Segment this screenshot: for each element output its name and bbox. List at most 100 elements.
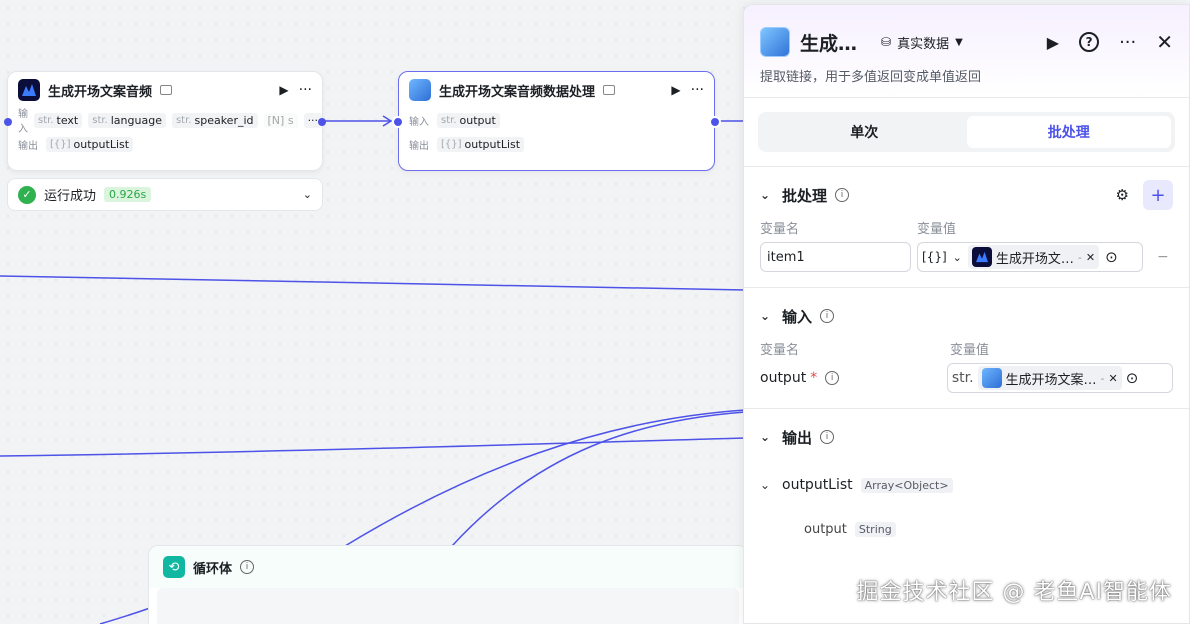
panel-title[interactable]: 生成… xyxy=(800,29,857,56)
info-icon[interactable]: i xyxy=(240,560,255,574)
type-prefix: [{}] xyxy=(922,250,947,264)
panel-description: 提取链接，用于多值返回变成单值返回 xyxy=(760,70,982,85)
edge-line-d xyxy=(451,411,746,547)
edge-arrow xyxy=(382,115,393,127)
chevron-down-icon[interactable]: ⌄ xyxy=(303,188,312,201)
more-icon[interactable]: ··· xyxy=(1119,32,1136,53)
loop-body-area xyxy=(157,588,739,624)
required-mark: * xyxy=(810,370,818,386)
output-tag: [{}] outputList xyxy=(46,136,134,152)
input-tag: str. language xyxy=(88,112,166,128)
output-port[interactable] xyxy=(709,116,721,128)
info-icon[interactable]: i xyxy=(820,430,835,444)
reference-suffix: - xyxy=(1100,371,1105,385)
column-label-value: 变量值 xyxy=(917,221,957,237)
info-icon[interactable]: i xyxy=(835,188,850,202)
run-status-bar[interactable]: ✓ 运行成功 0.926s ⌄ xyxy=(7,178,323,211)
watermark: 掘金技术社区 @ 老鱼AI智能体 xyxy=(856,580,1172,605)
type-badge: Array<Object> xyxy=(860,477,953,493)
more-icon[interactable]: ··· xyxy=(299,82,312,98)
audio-wave-icon xyxy=(18,79,40,101)
reference-suffix: - xyxy=(1077,250,1082,264)
output-tree-item: ⌄ outputList Array<Object> xyxy=(760,471,1173,499)
run-node-icon[interactable]: ▶ xyxy=(671,83,680,97)
input-tag-faded: [N] s xyxy=(263,112,298,128)
run-node-icon[interactable]: ▶ xyxy=(279,83,288,97)
close-icon[interactable]: ✕ xyxy=(1156,30,1173,54)
type-prefix: str. xyxy=(951,370,974,386)
node-title: 循环体 xyxy=(193,561,233,577)
code-block-icon xyxy=(760,27,790,57)
chevron-down-icon[interactable]: ⌄ xyxy=(953,251,962,264)
reference-tag: 生成开场文案… - ✕ xyxy=(977,366,1122,390)
audio-wave-icon xyxy=(971,247,992,267)
code-block-icon xyxy=(981,368,1002,388)
output-variable-name: outputList xyxy=(782,477,853,493)
chevron-down-icon[interactable]: ⌄ xyxy=(760,309,774,323)
clear-icon[interactable]: ✕ xyxy=(1109,372,1118,385)
tab-single[interactable]: 单次 xyxy=(762,116,967,148)
loop-icon: ⟲ xyxy=(163,556,185,578)
reference-text: 生成开场文… xyxy=(995,251,1074,267)
data-mode-label: 真实数据 xyxy=(897,36,950,52)
column-label-name: 变量名 xyxy=(760,342,800,358)
input-port[interactable] xyxy=(392,116,404,128)
batch-badge-icon xyxy=(603,85,616,95)
node-audio-data-process[interactable]: 生成开场文案音频数据处理 ▶ ··· 输入 str. output 输出 [{}]… xyxy=(392,71,721,171)
node-loop-body[interactable]: ⟲ 循环体 i xyxy=(148,545,748,624)
batch-badge-icon xyxy=(160,85,173,95)
type-badge: String xyxy=(854,521,896,537)
batch-variable-name-input[interactable]: item1 xyxy=(760,242,911,272)
node-title: 生成开场文案音频数据处理 xyxy=(439,84,596,100)
output-tree-child: output String xyxy=(804,515,1173,543)
batch-variable-value-select[interactable]: [{}] ⌄ 生成开场文… - ✕ ⊙ xyxy=(917,242,1143,272)
edge-line-e xyxy=(99,605,156,624)
code-block-icon xyxy=(409,79,431,101)
input-tag: str. speaker_id xyxy=(171,112,258,128)
edge-line-a xyxy=(0,275,746,291)
data-mode-dropdown[interactable]: ⛁ 真实数据 ▼ xyxy=(881,33,963,52)
help-icon[interactable]: ? xyxy=(1079,32,1100,52)
output-child-name: output xyxy=(804,521,847,537)
input-port[interactable] xyxy=(4,118,12,126)
column-label-value: 变量值 xyxy=(950,342,990,358)
mode-tabs: 单次 批处理 xyxy=(758,112,1175,152)
section-title: 输入 xyxy=(782,307,813,326)
input-label: 输入 xyxy=(18,109,28,135)
target-icon[interactable]: ⊙ xyxy=(1126,369,1139,387)
output-port[interactable] xyxy=(318,118,326,126)
input-variable-value-select[interactable]: str. 生成开场文案… - ✕ ⊙ xyxy=(946,363,1173,393)
remove-variable-button[interactable]: − xyxy=(1157,249,1169,265)
caret-down-icon: ▼ xyxy=(955,36,963,48)
output-section: ⌄ 输出 i ⌄ outputList Array<Object> output… xyxy=(744,409,1189,543)
more-icon[interactable]: ··· xyxy=(691,82,704,98)
input-label: 输入 xyxy=(409,116,429,128)
tab-batch[interactable]: 批处理 xyxy=(966,116,1171,148)
reference-tag: 生成开场文… - ✕ xyxy=(967,245,1100,269)
info-icon[interactable]: i xyxy=(820,309,835,323)
reference-text: 生成开场文案… xyxy=(1005,372,1097,388)
gear-icon[interactable]: ⚙ xyxy=(1116,186,1129,204)
database-icon: ⛁ xyxy=(881,35,892,49)
edge-line-c xyxy=(344,409,746,547)
input-tag: str. text xyxy=(34,112,83,128)
run-status-text: 运行成功 xyxy=(44,189,97,204)
section-title: 批处理 xyxy=(782,186,828,205)
input-tag: str. output xyxy=(437,112,500,128)
batch-section: ⌄ 批处理 i ⚙ + 变量名 变量值 item1 [{}] ⌄ 生成开场文… xyxy=(744,167,1189,275)
add-batch-variable-button[interactable]: + xyxy=(1143,180,1173,210)
run-time-badge: 0.926s xyxy=(104,187,152,202)
clear-icon[interactable]: ✕ xyxy=(1086,251,1095,264)
chevron-down-icon[interactable]: ⌄ xyxy=(760,188,774,202)
edge-line-b xyxy=(0,437,746,457)
target-icon[interactable]: ⊙ xyxy=(1105,248,1118,266)
section-title: 输出 xyxy=(782,428,813,447)
run-icon[interactable]: ▶ xyxy=(1047,33,1059,52)
chevron-down-icon[interactable]: ⌄ xyxy=(760,478,774,492)
node-title: 生成开场文案音频 xyxy=(48,84,153,100)
info-icon[interactable]: i xyxy=(825,371,840,385)
chevron-down-icon[interactable]: ⌄ xyxy=(760,430,774,444)
input-variable-name: output xyxy=(760,370,807,386)
node-settings-panel: 生成… ⛁ 真实数据 ▼ ▶ ? ··· ✕ 提取链接，用于多值返回变成单值返回… xyxy=(743,4,1190,624)
node-generate-audio[interactable]: 生成开场文案音频 ▶ ··· 输入 str. text str. language … xyxy=(4,71,326,171)
